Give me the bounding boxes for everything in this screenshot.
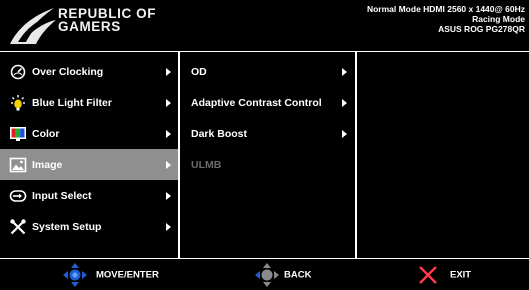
value-panel bbox=[357, 52, 529, 259]
menu-item-label: Color bbox=[32, 127, 60, 140]
submenu-item-ulmb: ULMB bbox=[180, 149, 355, 180]
move-enter-button[interactable]: MOVE/ENTER bbox=[62, 259, 172, 290]
input-select-icon bbox=[9, 189, 27, 202]
chevron-right-icon bbox=[166, 98, 171, 107]
submenu-item-label: Dark Boost bbox=[191, 127, 248, 140]
blue-light-icon bbox=[11, 94, 25, 110]
menu-item-label: Image bbox=[32, 158, 63, 171]
dpad-back-icon bbox=[255, 262, 279, 287]
move-enter-label: MOVE/ENTER bbox=[96, 269, 159, 280]
menu-item-label: Over Clocking bbox=[32, 65, 104, 78]
status-model: ASUS ROG PG278QR bbox=[438, 24, 525, 34]
menu-item-over-clocking[interactable]: Over Clocking bbox=[0, 56, 178, 87]
submenu-item-adaptive-contrast[interactable]: Adaptive Contrast Control bbox=[180, 87, 355, 118]
menu-item-label: System Setup bbox=[32, 220, 102, 233]
submenu-item-od[interactable]: OD bbox=[180, 56, 355, 87]
menu-item-label: Blue Light Filter bbox=[32, 96, 112, 109]
osd-footer: MOVE/ENTER BACK EXIT bbox=[0, 259, 529, 290]
overclock-icon bbox=[10, 64, 26, 79]
dpad-icon bbox=[63, 262, 87, 287]
system-setup-icon bbox=[10, 218, 26, 234]
chevron-right-icon bbox=[166, 222, 171, 231]
menu-item-color[interactable]: Color bbox=[0, 118, 178, 149]
brand-line-2: GAMERS bbox=[58, 19, 121, 34]
chevron-right-icon bbox=[342, 98, 347, 107]
menu-item-image[interactable]: Image bbox=[0, 149, 178, 180]
close-icon bbox=[419, 265, 437, 284]
menu-item-input-select[interactable]: Input Select bbox=[0, 180, 178, 211]
exit-button[interactable]: EXIT bbox=[418, 259, 478, 290]
submenu-item-label: ULMB bbox=[191, 158, 222, 171]
submenu-item-label: OD bbox=[191, 65, 207, 78]
submenu-item-label: Adaptive Contrast Control bbox=[191, 96, 322, 109]
menu-item-system-setup[interactable]: System Setup bbox=[0, 211, 178, 242]
menu-item-blue-light-filter[interactable]: Blue Light Filter bbox=[0, 87, 178, 118]
status-signal: Normal Mode HDMI 2560 x 1440@ 60Hz bbox=[366, 4, 525, 14]
color-icon bbox=[10, 126, 26, 141]
chevron-right-icon bbox=[166, 191, 171, 200]
chevron-right-icon bbox=[166, 129, 171, 138]
main-menu: Over Clocking Blue Light Filter Color Im… bbox=[0, 52, 180, 259]
exit-label: EXIT bbox=[450, 269, 472, 280]
status-mode: Racing Mode bbox=[472, 14, 525, 24]
sub-menu: OD Adaptive Contrast Control Dark Boost … bbox=[180, 52, 357, 259]
osd-header: REPUBLIC OF GAMERS Normal Mode HDMI 2560… bbox=[0, 0, 529, 52]
back-label: BACK bbox=[284, 269, 312, 280]
chevron-right-icon bbox=[342, 129, 347, 138]
image-icon bbox=[9, 157, 27, 172]
chevron-right-icon bbox=[166, 160, 171, 169]
chevron-right-icon bbox=[342, 67, 347, 76]
menu-item-label: Input Select bbox=[32, 189, 92, 202]
submenu-item-dark-boost[interactable]: Dark Boost bbox=[180, 118, 355, 149]
status-info: Normal Mode HDMI 2560 x 1440@ 60Hz Racin… bbox=[367, 4, 525, 34]
brand-name: REPUBLIC OF GAMERS bbox=[58, 7, 156, 34]
back-button[interactable]: BACK bbox=[254, 259, 324, 290]
chevron-right-icon bbox=[166, 67, 171, 76]
